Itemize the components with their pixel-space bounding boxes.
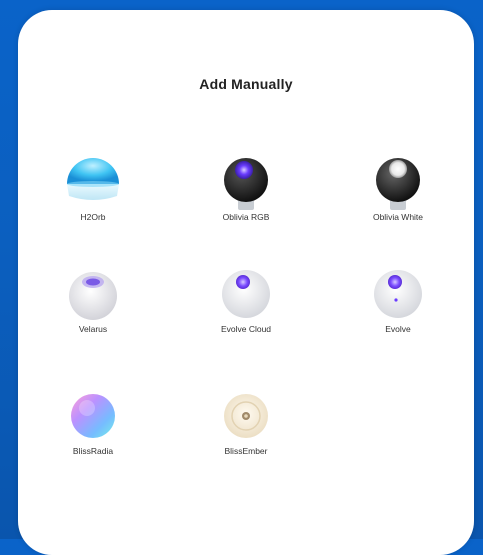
add-manually-dialog: Add Manually H2Orb Oblivia RGB Oblivia W… xyxy=(18,10,474,555)
evolve-device-icon xyxy=(374,270,422,318)
device-blissradia[interactable]: BlissRadia xyxy=(33,384,153,484)
oblivia-white-device-icon xyxy=(376,158,420,210)
device-label: Evolve Cloud xyxy=(220,324,272,334)
evolve-cloud-device-icon xyxy=(222,270,270,318)
device-evolve-cloud[interactable]: Evolve Cloud xyxy=(186,262,306,362)
device-oblivia-white[interactable]: Oblivia White xyxy=(338,150,458,250)
velarus-device-icon xyxy=(69,272,117,320)
device-label: Oblivia RGB xyxy=(222,212,270,222)
device-label: BlissRadia xyxy=(72,446,114,456)
h2orb-device-icon xyxy=(67,158,119,200)
device-oblivia-rgb[interactable]: Oblivia RGB xyxy=(186,150,306,250)
device-h2orb[interactable]: H2Orb xyxy=(33,150,153,250)
device-label: H2Orb xyxy=(80,212,106,222)
device-blissember[interactable]: BlissEmber xyxy=(186,384,306,484)
device-label: Velarus xyxy=(78,324,108,334)
device-label: Evolve xyxy=(385,324,411,334)
blissember-device-icon xyxy=(224,394,268,438)
oblivia-rgb-device-icon xyxy=(224,158,268,210)
device-label: Oblivia White xyxy=(372,212,424,222)
device-label: BlissEmber xyxy=(224,446,268,456)
page-title: Add Manually xyxy=(199,76,293,92)
device-velarus[interactable]: Velarus xyxy=(33,262,153,362)
device-evolve[interactable]: Evolve xyxy=(338,262,458,362)
blissradia-device-icon xyxy=(71,394,115,438)
